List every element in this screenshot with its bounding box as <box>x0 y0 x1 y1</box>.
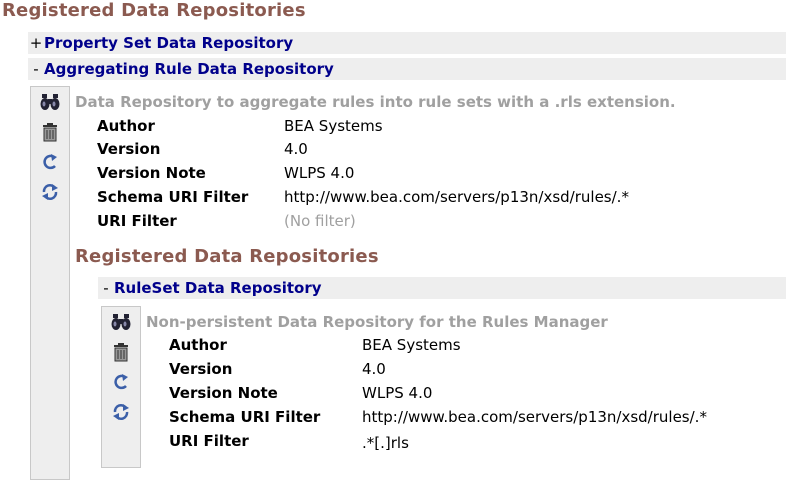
property-value-version: 4.0 <box>284 140 308 158</box>
property-value-uri-filter: (No filter) <box>284 212 356 230</box>
property-label-uri-filter: URI Filter <box>97 212 177 230</box>
refresh-icon[interactable] <box>110 371 132 393</box>
trash-icon[interactable] <box>39 121 61 143</box>
property-value-version-note: WLPS 4.0 <box>284 164 355 182</box>
property-label-schema-uri-filter: Schema URI Filter <box>169 408 321 426</box>
expand-toggle[interactable]: + <box>28 34 44 52</box>
nested-action-icon-column <box>101 306 141 468</box>
action-icon-column <box>30 86 70 480</box>
repo-link-ruleset[interactable]: RuleSet Data Repository <box>114 279 322 297</box>
repo-link-property-set[interactable]: Property Set Data Repository <box>44 34 293 52</box>
property-label-author: Author <box>169 336 227 354</box>
property-label-schema-uri-filter: Schema URI Filter <box>97 188 249 206</box>
binoculars-icon[interactable] <box>39 91 61 113</box>
refresh-icon[interactable] <box>39 151 61 173</box>
property-label-uri-filter: URI Filter <box>169 432 249 450</box>
page-title: Registered Data Repositories <box>2 0 306 21</box>
collapse-toggle[interactable]: - <box>98 279 114 297</box>
binoculars-icon[interactable] <box>110 311 132 333</box>
property-label-version-note: Version Note <box>169 384 278 402</box>
repo-row-ruleset[interactable]: - RuleSet Data Repository <box>98 277 786 299</box>
sync-icon[interactable] <box>39 181 61 203</box>
nested-section-title: Registered Data Repositories <box>75 246 379 267</box>
property-label-author: Author <box>97 117 155 135</box>
repo-row-property-set[interactable]: + Property Set Data Repository <box>28 32 786 54</box>
repo-link-aggregating-rule[interactable]: Aggregating Rule Data Repository <box>44 60 334 78</box>
property-label-version: Version <box>97 140 161 158</box>
property-value-uri-filter: .*[.]rls <box>362 434 409 452</box>
collapse-toggle[interactable]: - <box>28 60 44 78</box>
property-label-version-note: Version Note <box>97 164 206 182</box>
sync-icon[interactable] <box>110 401 132 423</box>
repo-description: Data Repository to aggregate rules into … <box>75 93 676 111</box>
trash-icon[interactable] <box>110 341 132 363</box>
property-value-author: BEA Systems <box>362 336 461 354</box>
repo-description: Non-persistent Data Repository for the R… <box>146 313 608 331</box>
property-value-schema-uri-filter: http://www.bea.com/servers/p13n/xsd/rule… <box>284 188 629 206</box>
property-label-version: Version <box>169 360 233 378</box>
property-value-version-note: WLPS 4.0 <box>362 384 433 402</box>
property-value-author: BEA Systems <box>284 117 383 135</box>
repo-row-aggregating-rule[interactable]: - Aggregating Rule Data Repository <box>28 58 786 80</box>
property-value-schema-uri-filter: http://www.bea.com/servers/p13n/xsd/rule… <box>362 408 707 426</box>
property-value-version: 4.0 <box>362 360 386 378</box>
